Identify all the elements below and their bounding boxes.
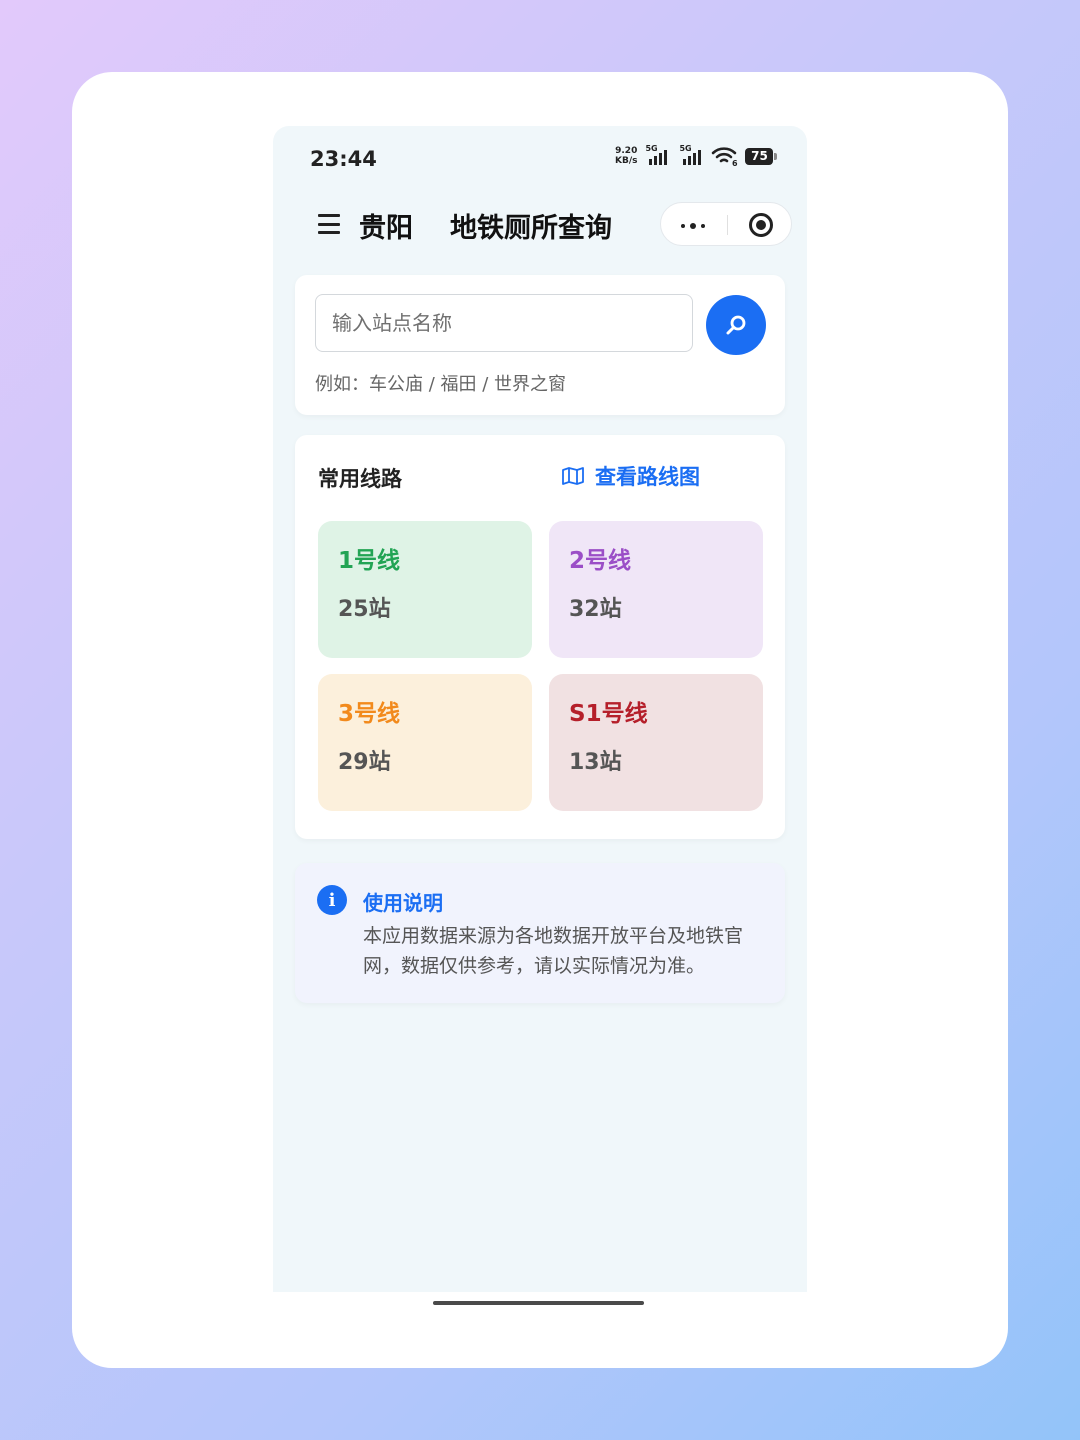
line-station-count: 32站 [569,597,622,622]
line-name: 2号线 [569,548,632,574]
search-button[interactable] [706,295,766,355]
status-time: 23:44 [310,147,377,171]
search-card: 例如：车公庙 / 福田 / 世界之窗 [295,275,785,415]
search-icon [726,315,746,335]
cellular-signal-icon: 5G [645,144,668,165]
usage-info-card: i 使用说明 本应用数据来源为各地数据开放平台及地铁官网，数据仅供参考，请以实际… [295,863,785,1003]
close-miniprogram-icon[interactable] [749,213,773,237]
station-search-input[interactable] [315,294,693,352]
info-icon: i [317,885,347,915]
line-station-count: 25站 [338,597,391,622]
page-title: 地铁厕所查询 [450,213,612,244]
status-icons: 9.20 KB/s 5G 5G 6 75 [615,144,778,166]
home-indicator[interactable] [433,1301,644,1305]
miniprogram-capsule [660,202,792,246]
section-title: 常用线路 [318,467,402,491]
wifi-label: 6 [732,159,738,166]
capsule-divider [727,215,728,235]
line-card-2[interactable]: 2号线 32站 [549,521,763,658]
map-icon [562,467,584,485]
common-lines-card: 常用线路 查看路线图 1号线 25站 2号线 32站 3号线 29站 S1号线 … [295,435,785,839]
network-speed-value: 9.20 [615,146,638,156]
sim2-label: 5G [679,144,692,153]
line-station-count: 29站 [338,750,391,775]
battery-level: 75 [751,149,768,163]
phone-screen: 23:44 9.20 KB/s 5G 5G 6 75 贵阳 地铁厕所查询 输入站… [273,126,807,1292]
line-name: S1号线 [569,701,648,727]
line-name: 3号线 [338,701,401,727]
info-body: 本应用数据来源为各地数据开放平台及地铁官网，数据仅供参考，请以实际情况为准。 [363,925,744,977]
more-options-icon[interactable] [681,223,705,229]
line-name: 1号线 [338,548,401,574]
network-speed-unit: KB/s [615,156,638,166]
info-title: 使用说明 [363,891,443,915]
battery-icon: 75 [745,147,778,165]
view-route-map-label: 查看路线图 [595,465,700,489]
wifi-icon: 6 [712,147,738,166]
line-card-3[interactable]: 3号线 29站 [318,674,532,811]
network-speed: 9.20 KB/s [615,146,637,166]
search-hint: 例如：车公庙 / 福田 / 世界之窗 [315,374,567,395]
cellular-signal-2-icon: 5G [679,144,702,165]
sim1-label: 5G [645,144,658,153]
line-card-s1[interactable]: S1号线 13站 [549,674,763,811]
view-route-map-link[interactable]: 查看路线图 [561,461,700,491]
menu-icon[interactable] [318,214,340,234]
city-selector[interactable]: 贵阳 [359,206,413,245]
line-card-1[interactable]: 1号线 25站 [318,521,532,658]
line-station-count: 13站 [569,750,622,775]
